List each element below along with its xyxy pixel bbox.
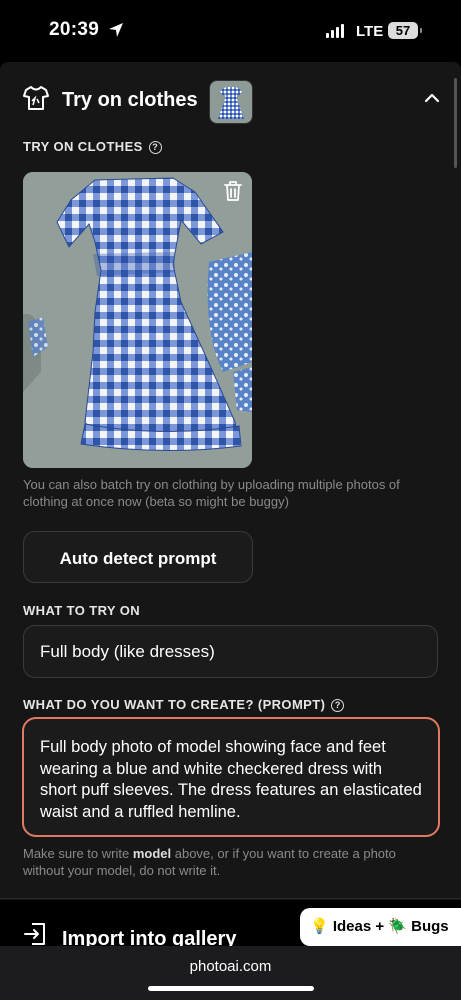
try-on-label: TRY ON CLOTHES? [23, 139, 162, 154]
clothing-thumbnail[interactable] [209, 80, 253, 124]
location-arrow-icon [109, 23, 123, 37]
help-icon[interactable]: ? [148, 141, 162, 154]
prompt-textarea[interactable]: Full body photo of model showing face an… [22, 717, 440, 837]
section-title: Try on clothes [62, 89, 198, 111]
prompt-label-text: WHAT DO YOU WANT TO CREATE? (PROMPT) [23, 697, 326, 712]
import-icon [24, 923, 45, 945]
clothing-photo [23, 172, 252, 468]
ideas-bugs-button[interactable]: 💡 Ideas + 🪲 Bugs [300, 908, 461, 946]
section-header[interactable]: Try on clothes [0, 80, 461, 124]
prompt-hint: Make sure to write model above, or if yo… [23, 845, 438, 879]
home-indicator[interactable] [148, 986, 314, 991]
what-to-try-select[interactable]: Full body (like dresses) [23, 625, 438, 678]
prompt-label: WHAT DO YOU WANT TO CREATE? (PROMPT)? [23, 697, 345, 712]
signal-icon [326, 24, 348, 38]
battery-icon: 57 [388, 22, 422, 39]
url-text: photoai.com [189, 958, 272, 975]
batch-hint: You can also batch try on clothing by up… [23, 477, 400, 509]
what-to-try-label: WHAT TO TRY ON [23, 603, 141, 618]
status-bar: 20:39 LTE 57 [0, 0, 461, 62]
shirt-icon [23, 86, 49, 110]
chevron-up-icon[interactable] [424, 90, 440, 106]
divider [0, 898, 461, 899]
help-icon[interactable]: ? [331, 699, 345, 712]
network-type: LTE [356, 23, 384, 40]
browser-url-bar[interactable]: photoai.com [0, 946, 461, 1000]
try-on-label-text: TRY ON CLOTHES [23, 139, 143, 154]
prompt-hint-prefix: Make sure to write [23, 846, 133, 861]
status-time: 20:39 [49, 19, 100, 40]
auto-detect-prompt-button[interactable]: Auto detect prompt [23, 531, 253, 583]
prompt-hint-bold: model [132, 846, 172, 861]
trash-icon[interactable] [221, 179, 245, 203]
